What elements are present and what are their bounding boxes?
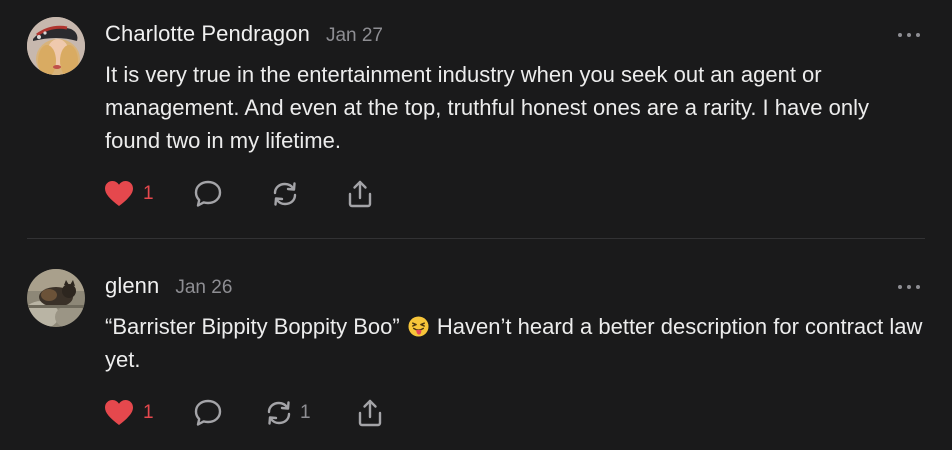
like-button[interactable]: 1 <box>105 179 154 209</box>
avatar-glenn[interactable] <box>27 269 85 327</box>
restack-button[interactable]: 1 <box>264 398 311 428</box>
author-name[interactable]: Charlotte Pendragon <box>105 21 310 47</box>
more-icon[interactable] <box>898 31 920 39</box>
restack-count: 1 <box>300 402 311 423</box>
comment-bubble-icon <box>194 399 222 426</box>
comment-bubble-icon <box>194 180 222 207</box>
like-count: 1 <box>143 183 154 204</box>
reply-button[interactable] <box>193 179 223 209</box>
share-button[interactable] <box>355 398 385 428</box>
tongue-out-emoji-icon <box>408 316 429 337</box>
heart-icon <box>105 400 133 425</box>
more-icon[interactable] <box>898 283 920 291</box>
comment-text-part: “Barrister Bippity Boppity Boo” <box>105 314 400 339</box>
comment-date[interactable]: Jan 27 <box>326 25 383 47</box>
restack-icon <box>267 401 291 425</box>
comment-text: It is very true in the entertainment ind… <box>105 62 869 153</box>
restack-button[interactable] <box>270 179 300 209</box>
like-count: 1 <box>143 402 154 423</box>
heart-icon <box>105 181 133 206</box>
comment-header: glenn Jan 26 <box>105 273 232 299</box>
comment-header: Charlotte Pendragon Jan 27 <box>105 21 383 47</box>
comment-1: Charlotte Pendragon Jan 27 It is very tr… <box>0 0 952 238</box>
comment-2: glenn Jan 26 “Barrister Bippity Boppity … <box>0 239 952 450</box>
comment-text: “Barrister Bippity Boppity Boo” Haven’t … <box>105 310 925 376</box>
avatar-charlotte[interactable] <box>27 17 85 75</box>
like-button[interactable]: 1 <box>105 398 154 428</box>
share-icon <box>358 399 382 427</box>
author-name[interactable]: glenn <box>105 273 159 299</box>
reply-button[interactable] <box>193 398 223 428</box>
share-button[interactable] <box>345 179 375 209</box>
comment-date[interactable]: Jan 26 <box>175 277 232 299</box>
share-icon <box>348 180 372 208</box>
restack-icon <box>273 182 297 206</box>
